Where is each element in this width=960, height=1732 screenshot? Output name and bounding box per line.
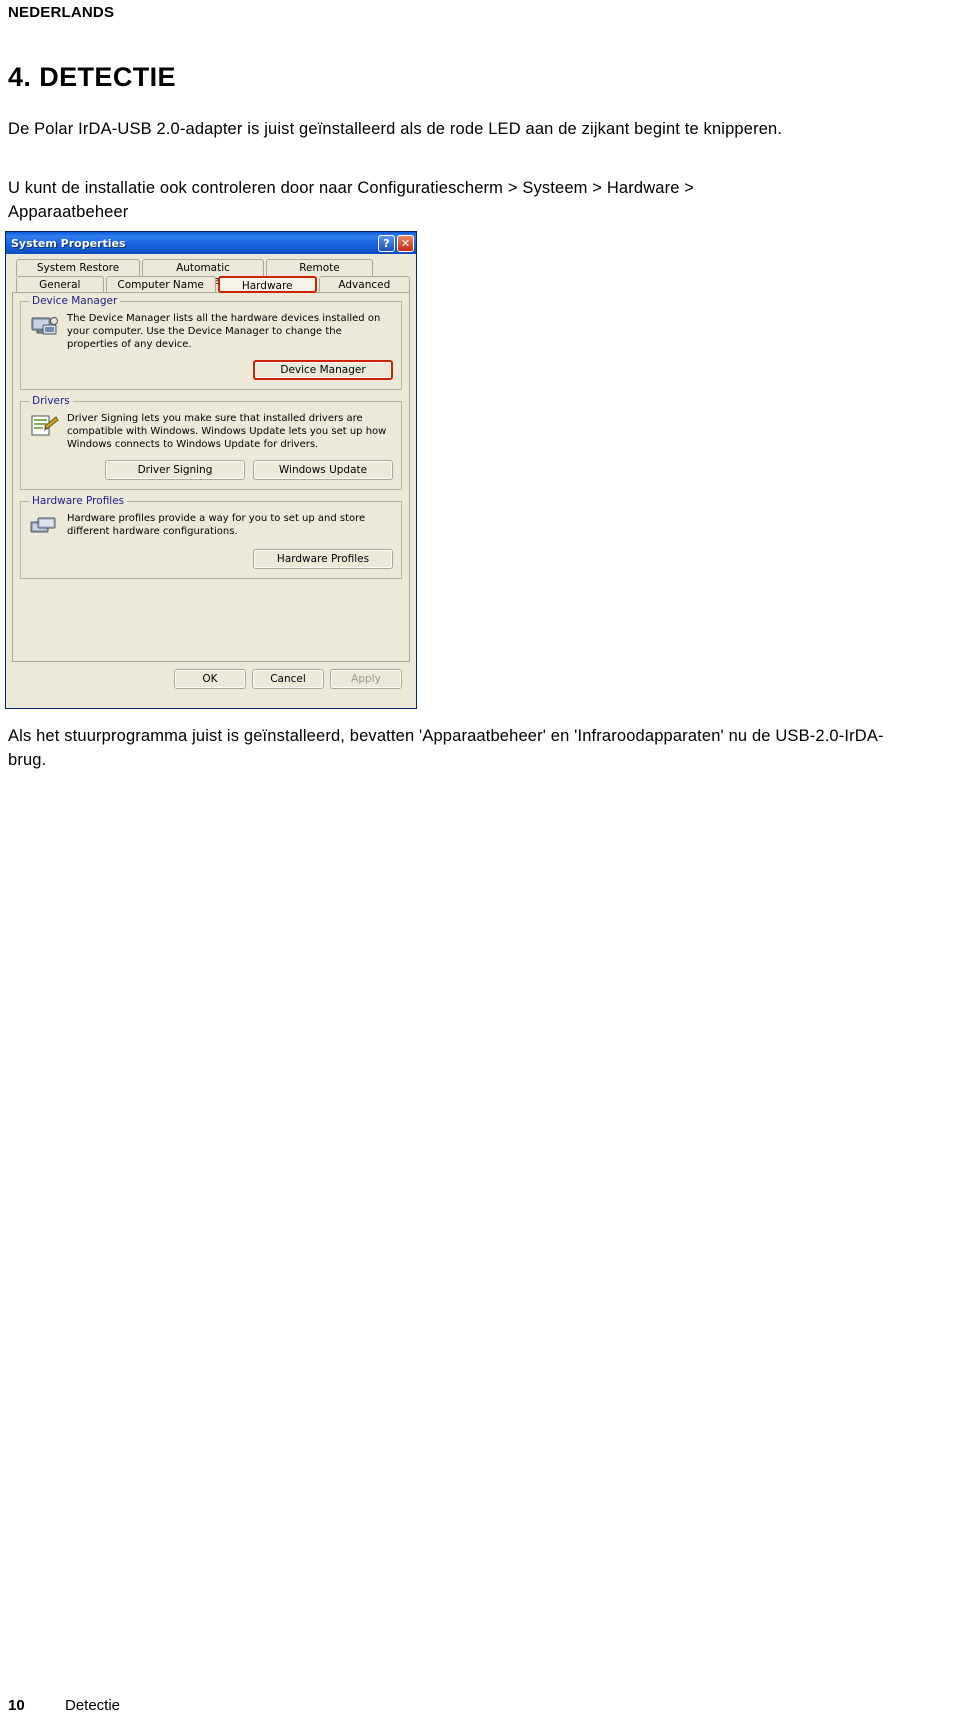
help-icon[interactable]: ? <box>378 234 395 252</box>
tab-hardware[interactable]: Hardware <box>217 276 317 293</box>
paragraph-result: Als het stuurprogramma juist is geïnstal… <box>8 727 884 769</box>
tab-general[interactable]: General <box>16 276 104 293</box>
window-title: System Properties <box>11 236 126 250</box>
window-titlebar: System Properties ? ✕ <box>6 232 416 254</box>
device-manager-button[interactable]: Device Manager <box>253 360 393 380</box>
group-hardware-profiles: Hardware Profiles Hardware profiles prov… <box>20 495 402 579</box>
hardware-profiles-icon <box>29 512 59 540</box>
tab-remote[interactable]: Remote <box>266 259 373 276</box>
group-label-hardware-profiles: Hardware Profiles <box>29 495 128 507</box>
document-page: NEDERLANDS 4. DETECTIE De Polar IrDA-USB… <box>0 0 960 1732</box>
tab-system-restore[interactable]: System Restore <box>16 259 140 276</box>
close-icon[interactable]: ✕ <box>397 234 414 252</box>
chapter-title: 4. DETECTIE <box>8 62 176 92</box>
tab-advanced[interactable]: Advanced <box>318 276 410 293</box>
device-manager-icon <box>29 312 59 340</box>
paragraph-instructions: U kunt de installatie ook controleren do… <box>8 179 695 221</box>
drivers-icon <box>29 412 59 440</box>
group-device-manager: Device Manager The Device Manager lists … <box>20 295 402 390</box>
ok-button[interactable]: OK <box>174 669 246 689</box>
driver-signing-button[interactable]: Driver Signing <box>105 460 245 480</box>
group-text-hardware-profiles: Hardware profiles provide a way for you … <box>67 513 366 537</box>
windows-update-button[interactable]: Windows Update <box>253 460 393 480</box>
paragraph-intro: De Polar IrDA-USB 2.0-adapter is juist g… <box>8 120 783 138</box>
group-text-drivers: Driver Signing lets you make sure that i… <box>67 413 387 450</box>
apply-button: Apply <box>330 669 402 689</box>
dialog-body: System Restore Automatic Updates Remote … <box>6 254 416 695</box>
hardware-tab-panel: Device Manager The Device Manager lists … <box>12 292 410 662</box>
tab-row-lower: General Computer Name Hardware Advanced <box>12 276 410 293</box>
group-text-device-manager: The Device Manager lists all the hardwar… <box>67 313 381 350</box>
group-drivers: Drivers Driver Signing lets you make sur… <box>20 395 402 490</box>
system-properties-screenshot: System Properties ? ✕ System Restore Aut… <box>5 231 417 709</box>
hardware-profiles-button-row: Hardware Profiles <box>29 549 393 569</box>
tab-row-upper: System Restore Automatic Updates Remote <box>12 259 410 287</box>
footer-section-label: Detectie <box>65 1697 121 1714</box>
group-label-drivers: Drivers <box>29 395 73 407</box>
dialog-footer: OK Cancel Apply <box>12 662 410 689</box>
group-label-device-manager: Device Manager <box>29 295 121 307</box>
cancel-button[interactable]: Cancel <box>252 669 324 689</box>
drivers-button-row: Driver Signing Windows Update <box>29 460 393 480</box>
footer-page-number: 10 <box>8 1697 25 1714</box>
hardware-profiles-button[interactable]: Hardware Profiles <box>253 549 393 569</box>
titlebar-buttons: ? ✕ <box>378 234 414 252</box>
tab-computer-name[interactable]: Computer Name <box>105 276 216 293</box>
tab-automatic-updates[interactable]: Automatic Updates <box>142 259 264 287</box>
device-manager-button-row: Device Manager <box>29 360 393 380</box>
language-header: NEDERLANDS <box>8 4 115 21</box>
